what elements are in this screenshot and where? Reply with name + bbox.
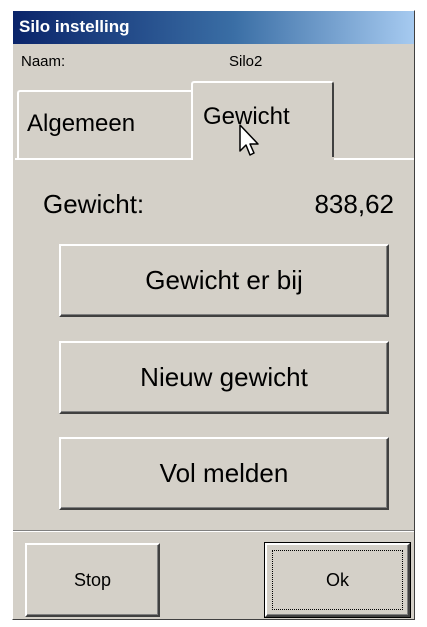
tab-algemeen[interactable]: Algemeen [17,90,195,158]
title-bar[interactable]: Silo instelling [13,11,414,44]
footer-divider [13,530,414,532]
arrow-cursor-icon [239,124,259,156]
silo-settings-window: Silo instelling Naam: Silo2 Algemeen Gew… [12,10,415,620]
stop-button[interactable]: Stop [25,543,160,617]
weight-value: 838,62 [314,189,394,219]
name-row: Naam: Silo2 [13,44,414,78]
name-label: Naam: [21,53,66,70]
ok-button[interactable]: Ok [264,542,411,618]
stop-button-label: Stop [73,569,112,590]
name-value: Silo2 [229,53,263,70]
window-title: Silo instelling [19,17,130,36]
focus-rect [272,550,403,610]
new-weight-button[interactable]: Nieuw gewicht [59,341,389,414]
add-weight-button[interactable]: Gewicht er bij [59,244,389,317]
tab-algemeen-label: Algemeen [27,110,136,137]
weight-label: Gewicht: [43,189,145,219]
report-full-button[interactable]: Vol melden [59,437,389,510]
